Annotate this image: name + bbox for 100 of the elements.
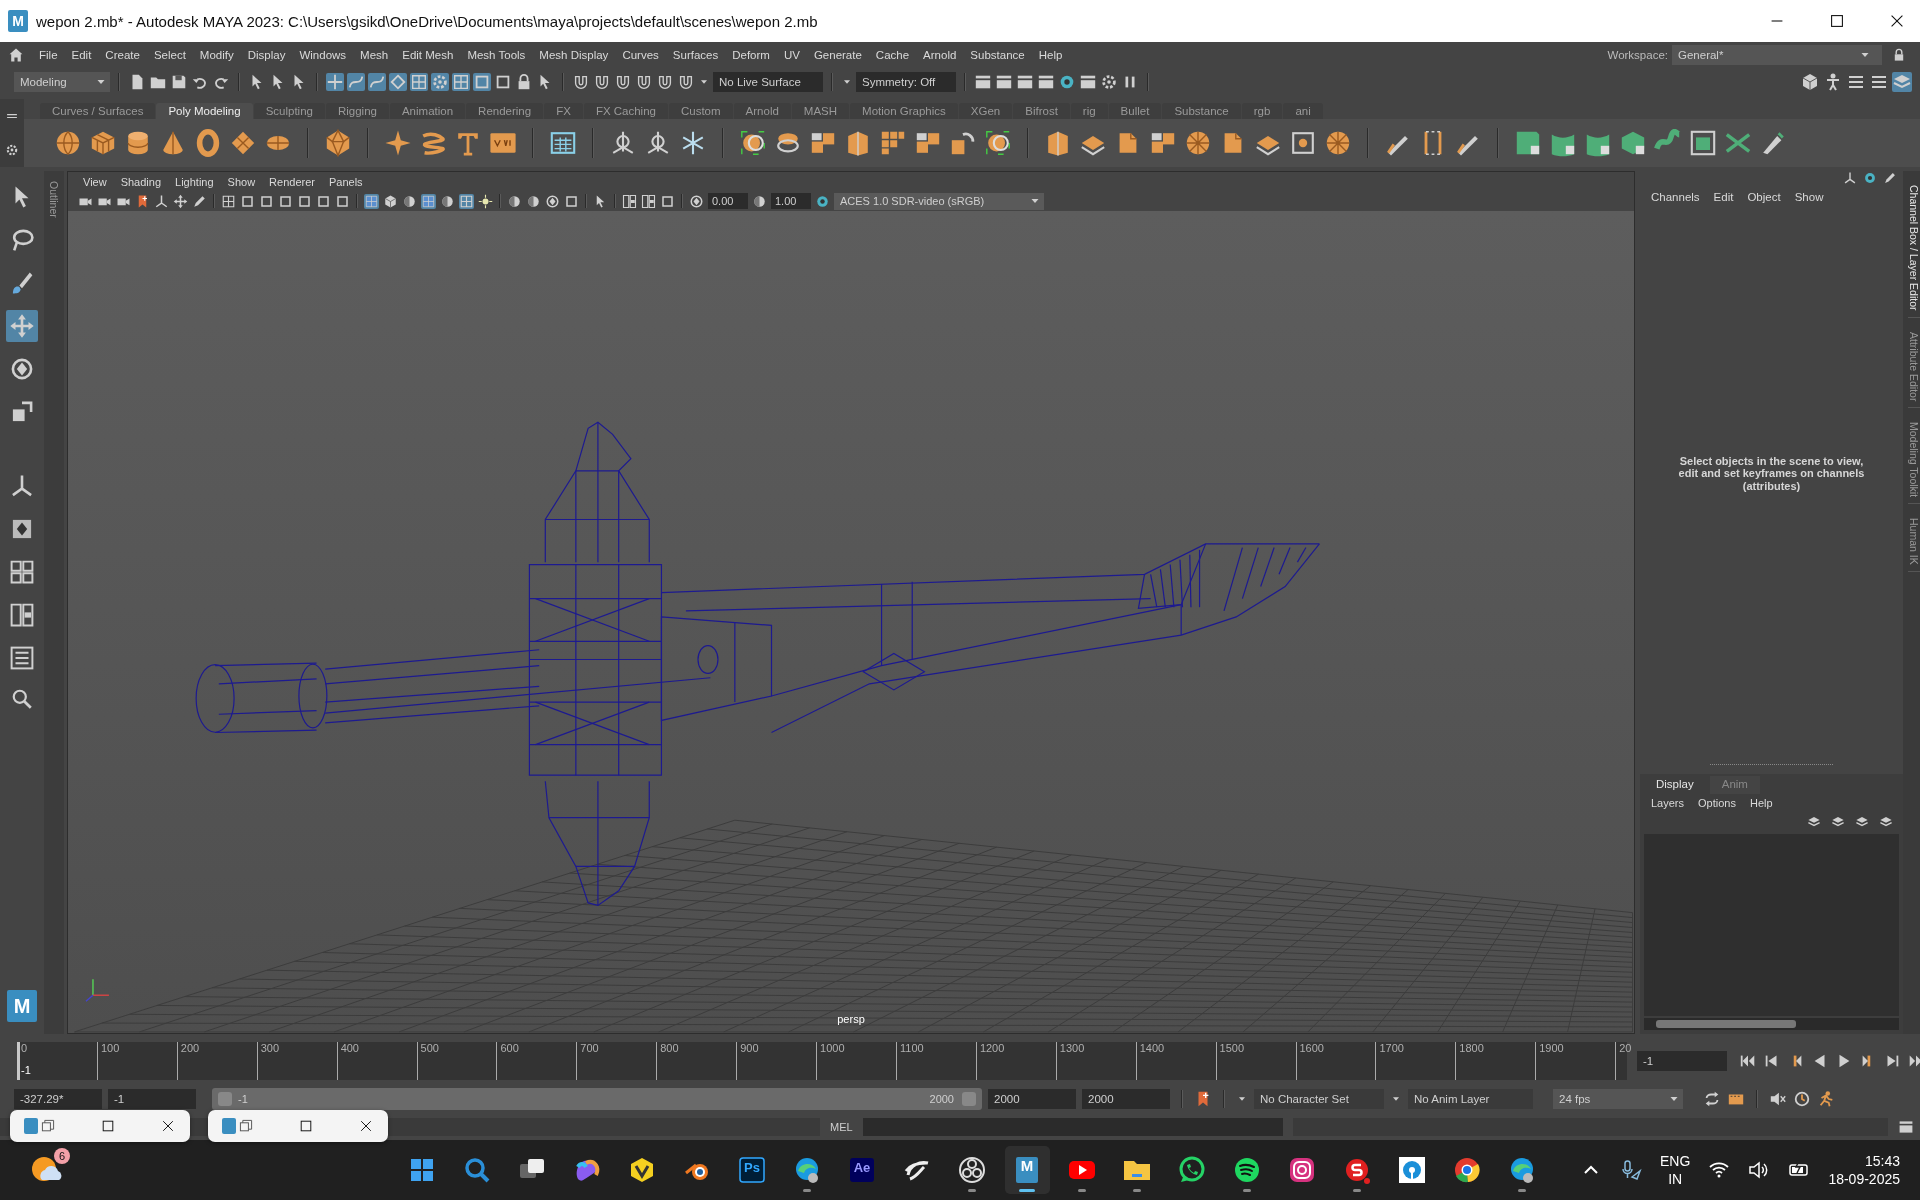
notification-badge: 6	[54, 1147, 70, 1164]
app-logo: M	[8, 10, 28, 32]
shelf-tab[interactable]: Bullet	[1108, 103, 1162, 119]
shelf-tab[interactable]: FX	[544, 103, 583, 119]
shelf-tab[interactable]: XGen	[958, 103, 1013, 119]
side-tab[interactable]: Human IK	[1908, 512, 1920, 572]
workspace-dropdown[interactable]: General*	[1672, 45, 1882, 65]
menu-item[interactable]: Mesh Tools	[460, 49, 533, 61]
channel-menu-item[interactable]: Edit	[1706, 191, 1741, 203]
workspace-label: Workspace:	[1607, 49, 1668, 61]
shelf-tab[interactable]: Animation	[389, 103, 466, 119]
menu-item[interactable]: Edit	[64, 49, 99, 61]
menu-item[interactable]: Curves	[615, 49, 666, 61]
anim-layer-field[interactable]: No Anim Layer	[1408, 1089, 1533, 1109]
app-logo-text: M	[1020, 1158, 1034, 1173]
menu-item[interactable]: Modify	[192, 49, 241, 61]
menu-item[interactable]: Display	[240, 49, 293, 61]
menu-set-dropdown[interactable]: Modeling	[14, 72, 110, 92]
shelf-tab[interactable]: Custom	[668, 103, 733, 119]
menu-item[interactable]: Mesh	[353, 49, 396, 61]
shelf-tab[interactable]: Motion Graphics	[850, 103, 958, 119]
shelf-tab[interactable]: Sculpting	[253, 103, 325, 119]
tick-label: 1100	[899, 1042, 924, 1054]
tick-label: 1600	[1299, 1042, 1324, 1054]
menu-item[interactable]: Deform	[725, 49, 777, 61]
shelf-tab[interactable]: FX Caching	[583, 103, 668, 119]
menu-item[interactable]: Arnold	[916, 49, 964, 61]
layer-menu-item[interactable]: Help	[1742, 797, 1780, 809]
command-language-label[interactable]: MEL	[830, 1121, 853, 1133]
side-tab[interactable]: Attribute Editor	[1908, 325, 1920, 408]
tick-label: 1300	[1059, 1042, 1085, 1054]
shelf-tab[interactable]: Bifrost	[1013, 103, 1070, 119]
layer-menu-item[interactable]: Layers	[1644, 797, 1692, 809]
start-time-field[interactable]: -327.29*	[14, 1089, 102, 1109]
shelf-tab[interactable]: Arnold	[733, 103, 791, 119]
tick-label: 600	[500, 1042, 519, 1054]
tick-label: 700	[580, 1042, 599, 1054]
shelf-tab[interactable]: Curves / Surfaces	[40, 103, 156, 119]
menu-item[interactable]: Edit Mesh	[395, 49, 461, 61]
layer-menu-item[interactable]: Options	[1691, 797, 1743, 809]
panel-menu-item[interactable]: Renderer	[262, 175, 322, 188]
tick-label: 1500	[1219, 1042, 1245, 1054]
clock[interactable]: 15:43 18-09-2025	[1828, 1151, 1900, 1189]
channel-menu-item[interactable]: Object	[1740, 191, 1788, 203]
viewport[interactable]: persp	[68, 211, 1634, 1033]
fps-dropdown[interactable]: 24 fps	[1553, 1089, 1683, 1109]
shelf-tab[interactable]: rgb	[1241, 103, 1283, 119]
menu-item[interactable]: File	[32, 49, 65, 61]
app-logo-text: Ps	[744, 1161, 760, 1174]
side-tab[interactable]: Channel Box / Layer Editor	[1908, 179, 1920, 318]
exposure-field[interactable]: 0.00	[708, 193, 748, 209]
camera-label: persp	[837, 1013, 865, 1025]
menu-item[interactable]: Select	[146, 49, 193, 61]
character-set-field[interactable]: No Character Set	[1254, 1089, 1384, 1109]
panel-menu-item[interactable]: Show	[220, 175, 263, 188]
panel-menu-item[interactable]: Panels	[321, 175, 370, 188]
range-start-field[interactable]: -1	[108, 1089, 196, 1109]
input-language-indicator[interactable]: ENG IN	[1660, 1151, 1691, 1189]
panel-menu-item[interactable]: Lighting	[168, 175, 221, 188]
tick-label: 1400	[1139, 1042, 1165, 1054]
shelf-tab[interactable]: MASH	[791, 103, 850, 119]
range-slider[interactable]: -1 2000	[212, 1088, 982, 1110]
tick-label: 800	[660, 1042, 679, 1054]
shelf-tab[interactable]: rig	[1070, 103, 1108, 119]
tick-label: 200	[180, 1042, 200, 1054]
shelf-tab[interactable]: Poly Modeling	[156, 103, 253, 119]
menu-item[interactable]: Create	[98, 49, 147, 61]
current-frame-field[interactable]: -1	[1637, 1051, 1727, 1071]
tick-label: 0	[21, 1042, 28, 1054]
panel-menu-item[interactable]: Shading	[113, 175, 169, 188]
menu-item[interactable]: Generate	[806, 49, 869, 61]
menu-item[interactable]: Cache	[868, 49, 917, 61]
channel-menu-item[interactable]: Show	[1787, 191, 1831, 203]
end-time-field[interactable]: 2000	[1082, 1089, 1170, 1109]
menu-item[interactable]: Help	[1031, 49, 1070, 61]
menu-item[interactable]: Windows	[292, 49, 354, 61]
range-end-field[interactable]: 2000	[988, 1089, 1076, 1109]
menu-item[interactable]: Mesh Display	[532, 49, 616, 61]
shelf-tab[interactable]: Rigging	[325, 103, 389, 119]
menu-item[interactable]: UV	[776, 49, 807, 61]
tick-label: 1000	[820, 1042, 845, 1054]
shelf-tab[interactable]: ani	[1283, 103, 1323, 119]
shelf-tab[interactable]: Rendering	[466, 103, 544, 119]
taskbar-app[interactable]: Ae	[839, 1146, 885, 1194]
tick-label: 900	[740, 1042, 759, 1054]
side-tab[interactable]: Modeling Toolkit	[1908, 415, 1920, 505]
channel-menu-item[interactable]: Channels	[1644, 191, 1707, 203]
gamma-field[interactable]: 1.00	[771, 193, 811, 209]
symmetry-field[interactable]: Symmetry: Off	[856, 72, 956, 92]
app-logo-text: Ae	[853, 1161, 871, 1174]
window-title: wepon 2.mb* - Autodesk MAYA 2023: C:\Users\gsikd\OneDrive\Documents\maya\projects\default\scenes\wepon 2.mb	[36, 12, 818, 30]
menu-item[interactable]: Surfaces	[665, 49, 726, 61]
taskbar-app[interactable]: M	[1004, 1146, 1050, 1194]
panel-menu-item[interactable]: View	[76, 175, 114, 188]
live-surface-field[interactable]: No Live Surface	[713, 72, 823, 92]
menu-item[interactable]: Substance	[963, 49, 1032, 61]
color-space-dropdown[interactable]: ACES 1.0 SDR-video (sRGB)	[834, 192, 1044, 210]
tick-label: 300	[260, 1042, 280, 1054]
taskbar-app[interactable]: Ps	[729, 1146, 775, 1194]
shelf-tab[interactable]: Substance	[1162, 103, 1241, 119]
